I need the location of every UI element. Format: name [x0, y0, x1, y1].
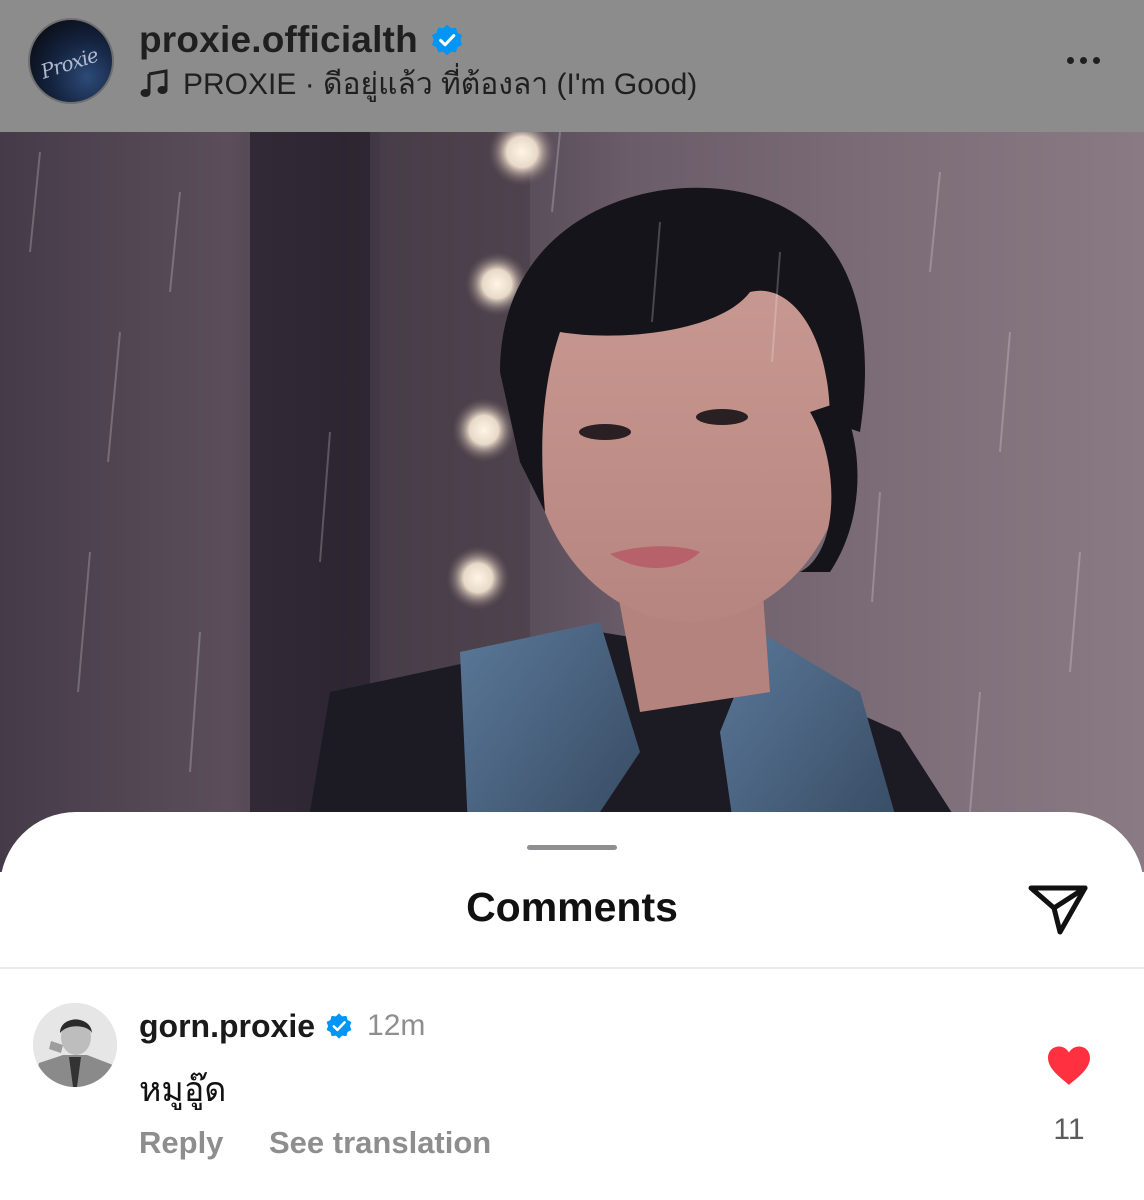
sheet-divider [0, 967, 1144, 969]
post-photo[interactable] [0, 132, 1144, 872]
heart-icon[interactable] [1046, 1045, 1092, 1087]
post-photo-illustration [29, 132, 1081, 872]
send-icon[interactable] [1024, 878, 1092, 938]
username-row: proxie.officialth [139, 18, 464, 62]
comments-sheet: Comments gorn.proxie 12m หมูอู๊ด Reply S… [0, 812, 1144, 1200]
music-note-icon [140, 69, 168, 97]
comment-timestamp: 12m [367, 1009, 426, 1042]
proxie-logo: Proxie [37, 42, 101, 84]
post-header: Proxie proxie.officialth PROXIE · ดีอยู่… [0, 0, 1144, 132]
more-horizontal-icon [1066, 56, 1074, 64]
reply-button[interactable]: Reply [139, 1125, 223, 1161]
comment-username[interactable]: gorn.proxie [139, 1008, 315, 1045]
comments-title: Comments [466, 884, 678, 930]
account-avatar[interactable]: Proxie [28, 18, 114, 104]
comment-avatar[interactable] [33, 1003, 117, 1087]
like-count: 11 [1053, 1113, 1085, 1146]
comment-text: หมูอู๊ด [139, 1071, 227, 1109]
verified-badge-icon [431, 24, 462, 56]
more-options-button[interactable] [1058, 42, 1108, 78]
more-dot [1092, 56, 1100, 64]
post-username[interactable]: proxie.officialth [139, 19, 418, 61]
verified-badge-icon [326, 1013, 352, 1039]
music-label: PROXIE · ดีอยู่แล้ว ที่ต้องลา (I'm Good) [183, 67, 698, 101]
see-translation-button[interactable]: See translation [269, 1125, 491, 1161]
music-row[interactable]: PROXIE · ดีอยู่แล้ว ที่ต้องลา (I'm Good) [139, 64, 697, 104]
more-dot [1079, 56, 1087, 64]
comment-user-row: gorn.proxie 12m [139, 1006, 425, 1046]
comment-avatar-photo [33, 1003, 117, 1087]
sheet-drag-handle[interactable] [527, 845, 617, 850]
